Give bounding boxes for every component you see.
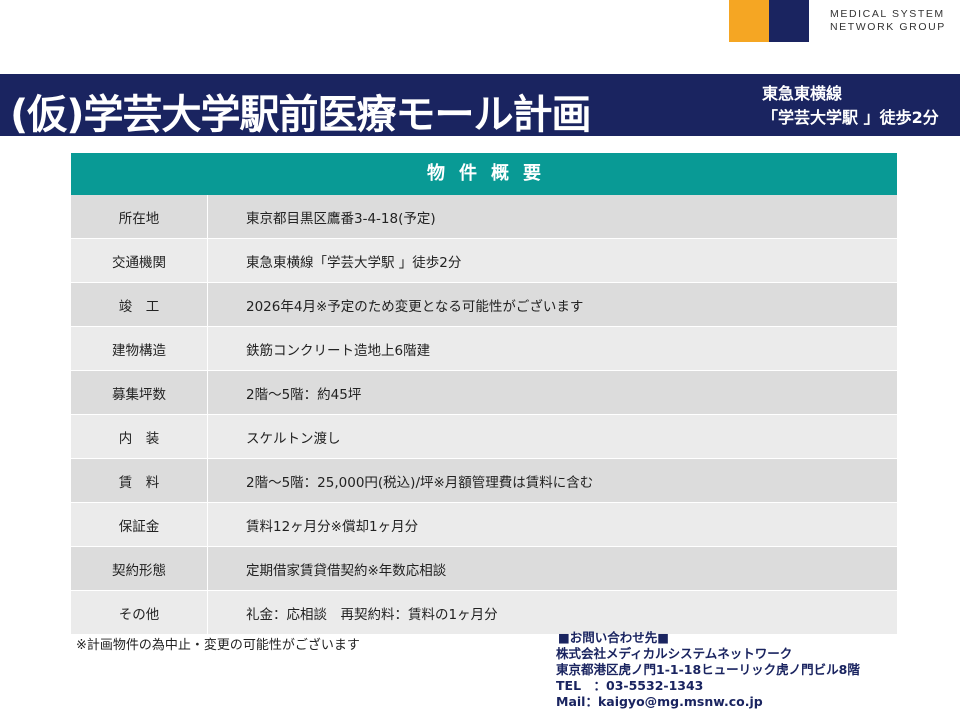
property-summary-table: 物件概要 所在地 東京都目黒区鷹番3-4-18(予定) 交通機関 東急東横線「学… — [71, 153, 897, 635]
company-logo: MEDICAL SYSTEM NETWORK GROUP — [729, 0, 944, 42]
access-info: 東急東横線 「学芸大学駅 」徒歩2分 — [762, 82, 939, 130]
row-value: 鉄筋コンクリート造地上6階建 — [246, 342, 431, 359]
contact-company: 株式会社メディカルシステムネットワーク — [556, 646, 793, 661]
row-label: 保証金 — [71, 503, 208, 546]
row-value: 2階～5階：25,000円(税込)/坪※月額管理費は賃料に含む — [246, 474, 594, 491]
access-line: 東急東横線 — [762, 84, 843, 103]
table-row: 竣 工 2026年4月※予定のため変更となる可能性がございます — [71, 283, 897, 327]
table-row: 契約形態 定期借家賃貸借契約※年数応相談 — [71, 547, 897, 591]
row-label: その他 — [71, 591, 208, 634]
row-label: 所在地 — [71, 195, 208, 238]
table-row: 建物構造 鉄筋コンクリート造地上6階建 — [71, 327, 897, 371]
contact-tel: TEL ：03-5532-1343 — [556, 678, 704, 693]
logo-orange-block — [729, 0, 769, 42]
contact-address: 東京都港区虎ノ門1-1-18ヒューリック虎ノ門ビル8階 — [556, 662, 860, 677]
row-label: 募集坪数 — [71, 371, 208, 414]
row-value: 定期借家賃貸借契約※年数応相談 — [246, 562, 447, 579]
logo-navy-block — [769, 0, 809, 42]
access-station: 「学芸大学駅 」徒歩2分 — [762, 108, 939, 127]
table-row: 募集坪数 2階～5階：約45坪 — [71, 371, 897, 415]
row-value: 礼金：応相談 再契約料：賃料の1ヶ月分 — [246, 606, 498, 623]
logo-text: MEDICAL SYSTEM NETWORK GROUP — [830, 8, 960, 34]
contact-heading: ■お問い合わせ先■ — [558, 630, 670, 645]
row-value: 東京都目黒区鷹番3-4-18(予定) — [246, 210, 436, 227]
logo-line2: NETWORK GROUP — [830, 21, 946, 33]
title-bar: (仮)学芸大学駅前医療モール計画 東急東横線 「学芸大学駅 」徒歩2分 — [0, 74, 960, 138]
row-label: 建物構造 — [71, 327, 208, 370]
logo-line1: MEDICAL SYSTEM — [830, 8, 945, 20]
row-value: 2026年4月※予定のため変更となる可能性がございます — [246, 298, 584, 315]
disclaimer-note: ※計画物件の為中止・変更の可能性がございます — [76, 638, 360, 653]
table-rows: 所在地 東京都目黒区鷹番3-4-18(予定) 交通機関 東急東横線「学芸大学駅 … — [71, 195, 897, 635]
contact-info: ■お問い合わせ先■ 株式会社メディカルシステムネットワーク 東京都港区虎ノ門1-… — [556, 630, 860, 710]
table-row: その他 礼金：応相談 再契約料：賃料の1ヶ月分 — [71, 591, 897, 635]
row-label: 内 装 — [71, 415, 208, 458]
row-label: 竣 工 — [71, 283, 208, 326]
table-row: 所在地 東京都目黒区鷹番3-4-18(予定) — [71, 195, 897, 239]
row-value: 2階～5階：約45坪 — [246, 386, 362, 403]
table-row: 賃 料 2階～5階：25,000円(税込)/坪※月額管理費は賃料に含む — [71, 459, 897, 503]
row-label: 契約形態 — [71, 547, 208, 590]
table-row: 保証金 賃料12ヶ月分※償却1ヶ月分 — [71, 503, 897, 547]
row-value: 賃料12ヶ月分※償却1ヶ月分 — [246, 518, 419, 535]
contact-mail: Mail：kaigyo@mg.msnw.co.jp — [556, 694, 763, 709]
row-value: 東急東横線「学芸大学駅 」徒歩2分 — [246, 254, 462, 271]
row-value: スケルトン渡し — [246, 430, 341, 447]
table-heading: 物件概要 — [71, 153, 897, 195]
table-row: 交通機関 東急東横線「学芸大学駅 」徒歩2分 — [71, 239, 897, 283]
row-label: 賃 料 — [71, 459, 208, 502]
row-label: 交通機関 — [71, 239, 208, 282]
table-row: 内 装 スケルトン渡し — [71, 415, 897, 459]
page-title: (仮)学芸大学駅前医療モール計画 — [10, 92, 592, 138]
